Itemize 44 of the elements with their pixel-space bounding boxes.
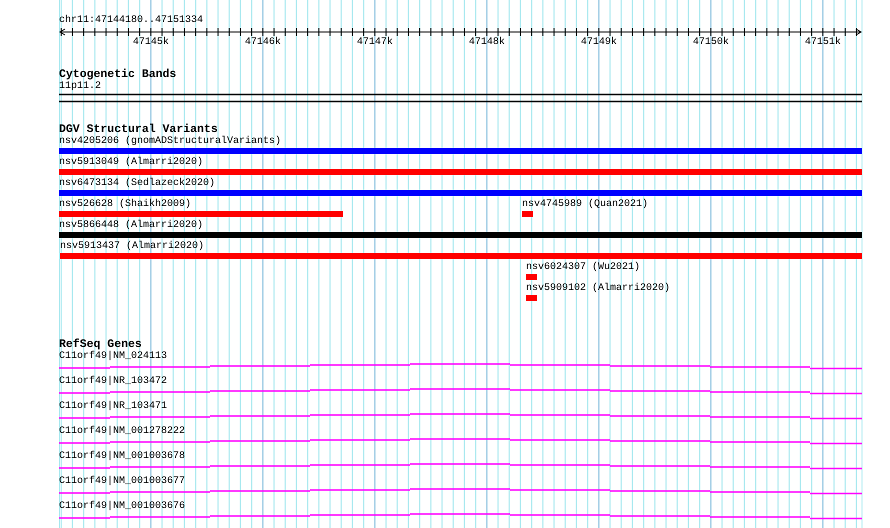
transcript-label: C11orf49|NM_024113 — [59, 351, 168, 363]
variant-label: nsv5866448 (Almarri2020) — [59, 220, 204, 232]
tick-label: 47145k — [132, 37, 169, 49]
variant-bar[interactable] — [526, 274, 537, 280]
variant-label: nsv6024307 (Wu2021) — [526, 262, 640, 274]
transcript-label: C11orf49|NM_001003677 — [59, 476, 186, 488]
variant-bar[interactable] — [59, 211, 343, 217]
transcript-label: C11orf49|NR_103471 — [59, 401, 168, 413]
variant-bar[interactable] — [60, 253, 862, 259]
transcript-label: C11orf49|NR_103472 — [59, 376, 168, 388]
tick-label: 47148k — [468, 37, 505, 49]
tick-label: 47146k — [244, 37, 281, 49]
gene-line[interactable] — [59, 488, 862, 494]
variant-bar[interactable] — [59, 169, 862, 175]
tick-label: 47150k — [692, 37, 729, 49]
variant-label: nsv4205206 (gnomADStructuralVariants) — [59, 136, 282, 148]
variant-bar[interactable] — [59, 232, 862, 238]
variant-bar[interactable] — [59, 190, 862, 196]
tick-label: 47151k — [804, 37, 841, 49]
variant-bar[interactable] — [522, 211, 533, 217]
variant-label: nsv526628 (Shaikh2009) — [59, 199, 192, 211]
track-title: Cytogenetic Bands — [59, 69, 178, 81]
gene-line[interactable] — [59, 438, 862, 444]
gene-line[interactable] — [59, 413, 862, 420]
variant-label: nsv5909102 (Almarri2020) — [526, 283, 670, 295]
gene-line[interactable] — [59, 363, 862, 370]
track-title: DGV Structural Variants — [59, 124, 218, 136]
gene-line[interactable] — [59, 513, 862, 520]
transcript-label: C11orf49|NM_001003676 — [59, 501, 186, 513]
variant-bar[interactable] — [59, 148, 862, 154]
tick-label: 47149k — [580, 37, 617, 49]
variant-label: nsv5913049 (Almarri2020) — [59, 157, 204, 169]
variant-bar[interactable] — [526, 295, 537, 301]
variant-label: nsv6473134 (Sedlazeck2020) — [59, 178, 216, 190]
track-title: RefSeq Genes — [59, 339, 142, 351]
gene-line[interactable] — [59, 388, 862, 394]
transcript-label: C11orf49|NM_001003678 — [59, 451, 186, 463]
variant-label: nsv5913437 (Almarri2020) — [60, 241, 206, 253]
gene-line[interactable] — [59, 463, 862, 470]
variant-label: nsv4745989 (Quan2021) — [522, 199, 648, 211]
location-label: chr11:47144180..47151334 — [59, 15, 204, 27]
tick-label: 47147k — [356, 37, 393, 49]
band-label: 11p11.2 — [59, 81, 102, 93]
transcript-label: C11orf49|NM_001278222 — [59, 426, 186, 438]
